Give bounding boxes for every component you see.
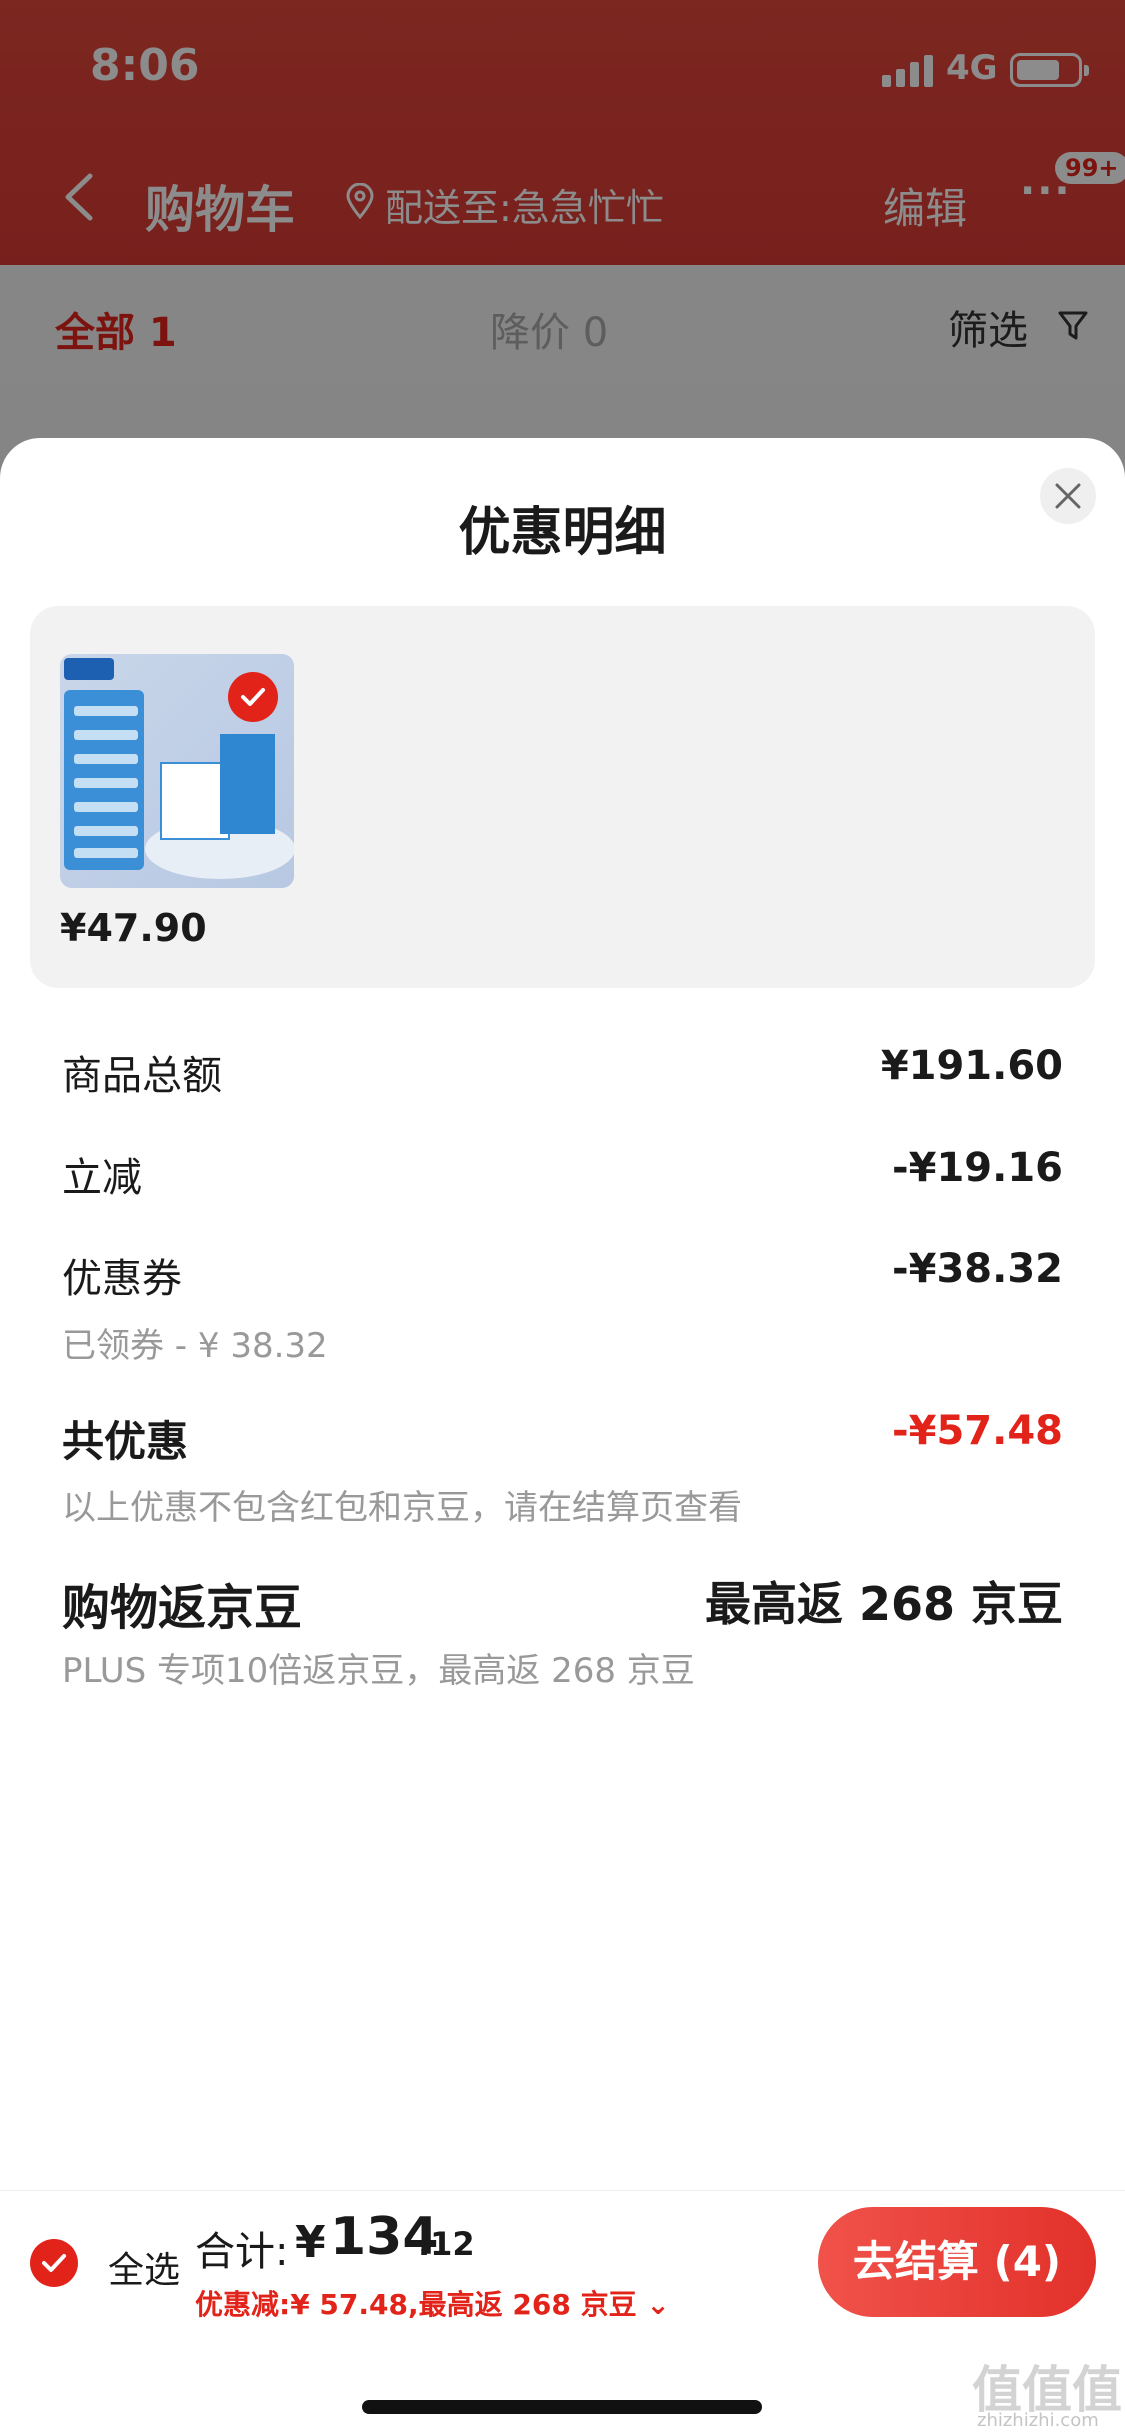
total-amount-label: 商品总额 <box>62 1053 222 1099</box>
product-promo-panel <box>64 690 144 870</box>
coupon-label: 优惠券 <box>62 1256 182 1302</box>
discount-summary[interactable]: 优惠减:¥ 57.48,最高返 268 京豆 ⌄ <box>195 2283 670 2323</box>
product-card: ¥47.90 <box>30 606 1095 988</box>
total-label: 合计: <box>195 2229 289 2275</box>
coupon-subtext: 已领券 - ¥ 38.32 <box>62 1326 328 1366</box>
close-button[interactable] <box>1040 468 1096 524</box>
home-indicator[interactable] <box>362 2400 762 2414</box>
checkout-button[interactable]: 去结算 (4) <box>818 2207 1096 2317</box>
selected-check-icon[interactable] <box>228 672 278 722</box>
watermark-url: zhizhizhi.com <box>977 2410 1099 2431</box>
total-discount-value: -¥57.48 <box>892 1408 1063 1454</box>
product-price: ¥47.90 <box>60 906 207 950</box>
beans-note: PLUS 专项10倍返京豆，最高返 268 京豆 <box>62 1651 695 1691</box>
sheet-title: 优惠明细 <box>458 503 667 563</box>
instant-discount-value: -¥19.16 <box>892 1145 1063 1191</box>
total-discount-note: 以上优惠不包含红包和京豆，请在结算页查看 <box>62 1488 742 1528</box>
brand-logo <box>64 658 114 680</box>
total-decimal: .12 <box>418 2225 475 2263</box>
check-icon <box>42 2254 66 2272</box>
home-bar-area <box>0 2330 1125 2436</box>
total-discount-label: 共优惠 <box>62 1417 189 1466</box>
beans-label: 购物返京豆 <box>62 1580 303 1636</box>
total-amount-value: ¥191.60 <box>880 1043 1063 1089</box>
milk-box <box>220 734 275 834</box>
instant-discount-label: 立减 <box>62 1155 142 1201</box>
discount-detail-sheet: 优惠明细 ¥47.90 商品总额 ¥191.60 立减 -¥19.16 优惠券 … <box>0 438 1125 2436</box>
beans-value: 最高返 268 京豆 <box>704 1577 1063 1631</box>
select-all-label[interactable]: 全选 <box>108 2241 180 2293</box>
coupon-value: -¥38.32 <box>892 1246 1063 1292</box>
checkout-bar: 全选 合计: ¥ 134 .12 优惠减:¥ 57.48,最高返 268 京豆 … <box>0 2190 1125 2330</box>
close-icon <box>1055 483 1081 509</box>
select-all-checkbox[interactable] <box>30 2239 78 2287</box>
product-image[interactable] <box>60 654 294 888</box>
currency-symbol: ¥ <box>295 2217 326 2268</box>
